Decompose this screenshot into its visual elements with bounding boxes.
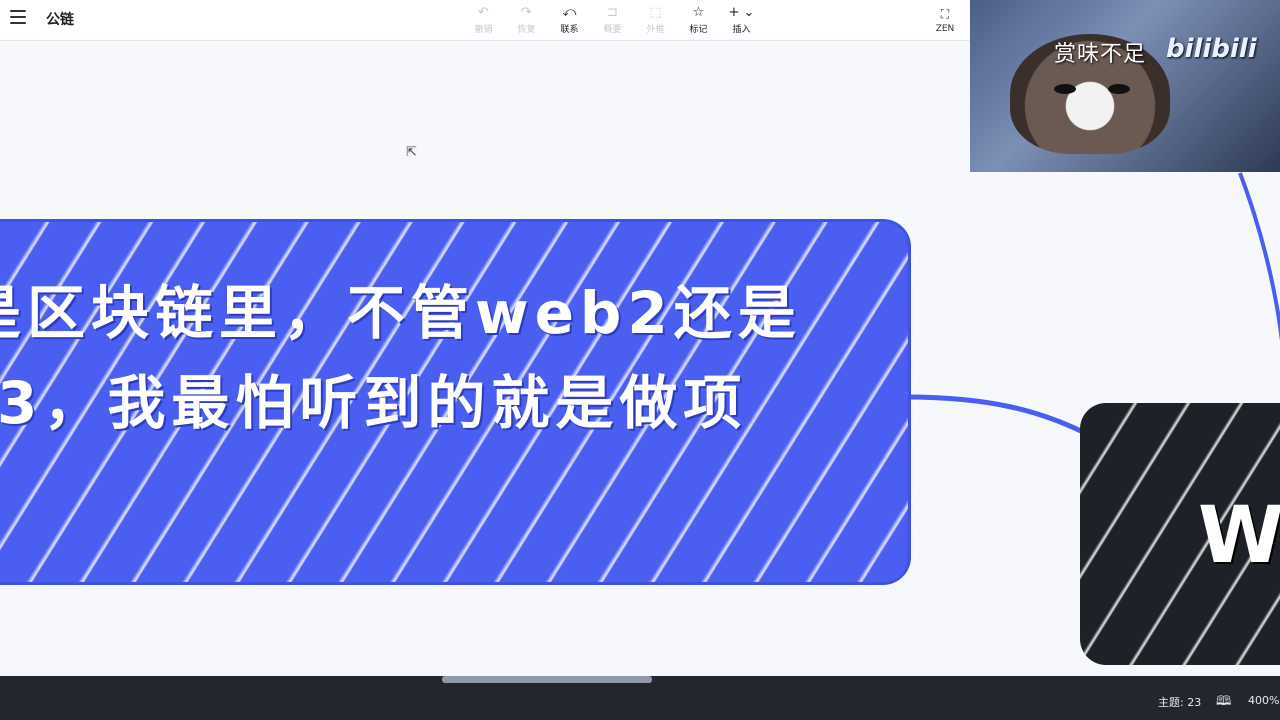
mark-label: 标记 [689, 24, 708, 35]
topic-count: 主题: 23 [1158, 696, 1202, 709]
plus-icon: + ⌄ [728, 4, 755, 20]
main-topic-node[interactable]: 是区块链里，不管web2还是 3，我最怕听到的就是做项 [0, 219, 911, 585]
relation-icon: ⤺ [562, 4, 577, 20]
insert-button[interactable]: + ⌄ 插入 [720, 2, 763, 38]
webcam-overlay: 赏味不足 bilibili [970, 0, 1280, 172]
mark-button[interactable]: ☆ 标记 [677, 2, 720, 38]
side-topic-node[interactable]: We [1080, 403, 1280, 665]
insert-label: 插入 [732, 24, 751, 35]
horizontal-scrollbar[interactable] [442, 676, 652, 683]
undo-icon: ↶ [478, 4, 489, 20]
main-topic-text: 是区块链里，不管web2还是 3，我最怕听到的就是做项 [0, 268, 863, 448]
video-caption: 赏味不足 [1054, 42, 1147, 67]
redo-icon: ↷ [521, 4, 532, 20]
eye-left [1054, 84, 1076, 94]
mouse-cursor-icon: ⇱ [406, 145, 417, 160]
relation-label: 联系 [560, 24, 579, 35]
relation-button[interactable]: ⤺ 联系 [548, 2, 591, 38]
link-top-right [1238, 172, 1280, 342]
bilibili-logo: bilibili [1166, 34, 1257, 64]
fullscreen-icon: ⛶ [940, 6, 950, 21]
zen-mode-button[interactable]: ⛶ ZEN [928, 2, 962, 38]
main-topic-line-2: 3，我最怕听到的就是做项 [0, 369, 748, 437]
frame-button[interactable]: ⬚ 外框 [634, 2, 677, 38]
redo-button[interactable]: ↷ 恢复 [505, 2, 548, 38]
redo-label: 恢复 [517, 24, 536, 35]
star-icon: ☆ [692, 4, 705, 20]
eye-right [1108, 84, 1130, 94]
frame-icon: ⬚ [649, 4, 662, 20]
side-topic-text: We [1198, 491, 1280, 581]
summary-button[interactable]: ⊐ 概要 [591, 2, 634, 38]
status-bar: 主题: 23 🕮 400% [0, 676, 1280, 720]
outline-book-icon[interactable]: 🕮 [1216, 692, 1231, 714]
summary-icon: ⊐ [607, 4, 618, 20]
link-main-to-side [904, 394, 1087, 436]
main-topic-line-1: 是区块链里，不管web2还是 [0, 279, 802, 347]
frame-label: 外框 [646, 24, 665, 35]
menu-icon[interactable] [10, 10, 26, 24]
summary-label: 概要 [603, 24, 622, 35]
document-title[interactable]: 公链 [46, 9, 74, 29]
edit-toolbar: ↶ 撤销 ↷ 恢复 ⤺ 联系 ⊐ 概要 ⬚ 外框 ☆ 标记 + ⌄ 插入 [462, 2, 763, 38]
undo-label: 撤销 [474, 24, 493, 35]
undo-button[interactable]: ↶ 撤销 [462, 2, 505, 38]
zoom-level[interactable]: 400% [1248, 694, 1279, 707]
zen-label: ZEN [935, 23, 955, 34]
